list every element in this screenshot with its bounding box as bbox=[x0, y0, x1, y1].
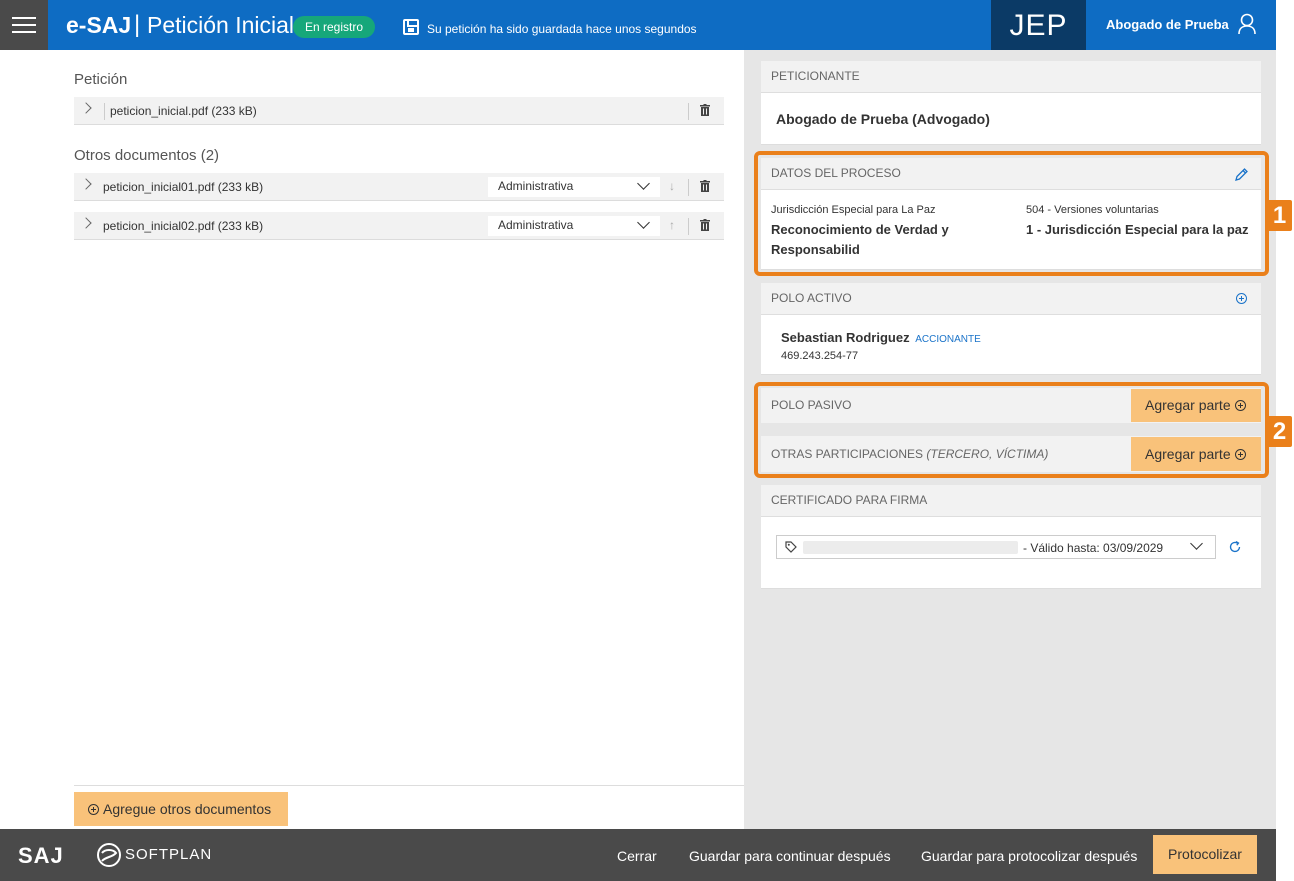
otros-document-row[interactable]: peticion_inicial01.pdf (233 kB) Administ… bbox=[74, 173, 724, 201]
divider bbox=[688, 179, 689, 196]
peticion-document-row[interactable]: peticion_inicial.pdf (233 kB) bbox=[74, 97, 724, 125]
move-down-icon[interactable]: ↓ bbox=[669, 179, 675, 193]
peticionante-header: PETICIONANTE bbox=[761, 61, 1261, 93]
otros-document-row[interactable]: peticion_inicial02.pdf (233 kB) Administ… bbox=[74, 212, 724, 240]
trash-icon[interactable] bbox=[700, 180, 710, 192]
highlight-label-1: 1 bbox=[1267, 200, 1292, 231]
status-badge: En registro bbox=[293, 16, 376, 38]
polo-activo-title: POLO ACTIVO bbox=[771, 291, 852, 305]
tag-icon bbox=[785, 541, 797, 553]
hamburger-menu-icon[interactable] bbox=[0, 0, 48, 50]
documents-panel: Petición peticion_inicial.pdf (233 kB) O… bbox=[0, 50, 744, 829]
user-icon[interactable] bbox=[1238, 13, 1256, 35]
process-sidebar: PETICIONANTE Abogado de Prueba (Advogado… bbox=[744, 50, 1292, 829]
divider bbox=[688, 103, 689, 120]
document-type-select[interactable]: Administrativa bbox=[488, 216, 660, 236]
bottom-action-bar: SAJ SOFTPLAN Cerrar Guardar para continu… bbox=[0, 829, 1276, 881]
chevron-down-icon bbox=[1190, 537, 1203, 550]
move-up-icon[interactable]: ↑ bbox=[669, 218, 675, 232]
certificado-card: CERTIFICADO PARA FIRMA - Válido hasta: 0… bbox=[761, 485, 1261, 589]
chevron-right-icon[interactable] bbox=[80, 102, 92, 114]
otros-documentos-title: Otros documentos (2) bbox=[74, 147, 220, 164]
org-selector[interactable]: JEP bbox=[991, 0, 1086, 50]
certificado-header: CERTIFICADO PARA FIRMA bbox=[761, 485, 1261, 517]
party-name: Sebastian Rodriguez bbox=[781, 330, 910, 345]
divider bbox=[104, 103, 105, 120]
polo-activo-card: POLO ACTIVO Sebastian Rodriguez ACCIONAN… bbox=[761, 283, 1261, 375]
save-status-message: Su petición ha sido guardada hace unos s… bbox=[427, 22, 697, 36]
add-documents-button[interactable]: Agregue otros documentos bbox=[74, 792, 288, 826]
party-entry[interactable]: Sebastian Rodriguez ACCIONANTE bbox=[781, 330, 981, 345]
save-protocol-later-button[interactable]: Guardar para protocolizar después bbox=[921, 848, 1137, 864]
user-menu[interactable]: Abogado de Prueba bbox=[1106, 17, 1229, 32]
document-type-value: Administrativa bbox=[498, 179, 574, 193]
cerrar-button[interactable]: Cerrar bbox=[617, 848, 657, 864]
party-role: ACCIONANTE bbox=[915, 334, 981, 345]
add-party-icon[interactable] bbox=[1236, 293, 1247, 304]
floppy-disk-icon bbox=[403, 19, 419, 35]
top-bar: e-SAJ | Petición Inicial En registro Su … bbox=[0, 0, 1276, 50]
trash-icon[interactable] bbox=[700, 219, 710, 231]
peticionante-value: Abogado de Prueba (Advogado) bbox=[776, 111, 990, 127]
chevron-right-icon[interactable] bbox=[80, 178, 92, 190]
title-separator: | bbox=[134, 11, 141, 38]
divider bbox=[688, 218, 689, 235]
document-filename: peticion_inicial01.pdf (233 kB) bbox=[103, 180, 264, 194]
peticionante-card: PETICIONANTE Abogado de Prueba (Advogado… bbox=[761, 61, 1261, 145]
divider bbox=[74, 785, 744, 786]
refresh-icon[interactable] bbox=[1228, 540, 1242, 554]
certificate-name-redacted bbox=[803, 541, 1018, 554]
certificate-validity: - Válido hasta: 03/09/2029 bbox=[1023, 541, 1164, 555]
trash-icon[interactable] bbox=[700, 104, 710, 116]
highlight-box-1 bbox=[754, 151, 1269, 276]
document-type-value: Administrativa bbox=[498, 218, 574, 232]
highlight-label-2: 2 bbox=[1267, 416, 1292, 447]
party-id: 469.243.254-77 bbox=[781, 350, 859, 362]
peticion-section-title: Petición bbox=[74, 71, 128, 88]
certificate-select[interactable]: - Válido hasta: 03/09/2029 bbox=[776, 535, 1216, 559]
chevron-down-icon bbox=[637, 216, 650, 229]
save-continue-button[interactable]: Guardar para continuar después bbox=[689, 848, 891, 864]
plus-circle-icon bbox=[88, 804, 99, 815]
document-filename: peticion_inicial.pdf (233 kB) bbox=[110, 104, 257, 118]
page-title: Petición Inicial bbox=[147, 12, 295, 38]
chevron-right-icon[interactable] bbox=[80, 217, 92, 229]
polo-activo-header: POLO ACTIVO bbox=[761, 283, 1261, 315]
brand-logo: e-SAJ bbox=[66, 12, 132, 38]
saj-logo: SAJ bbox=[18, 843, 64, 868]
highlight-box-2 bbox=[754, 382, 1269, 478]
document-filename: peticion_inicial02.pdf (233 kB) bbox=[103, 219, 264, 233]
document-type-select[interactable]: Administrativa bbox=[488, 177, 660, 197]
add-documents-label: Agregue otros documentos bbox=[103, 801, 272, 817]
protocolizar-button[interactable]: Protocolizar bbox=[1153, 835, 1257, 874]
softplan-logo: SOFTPLAN bbox=[125, 846, 213, 863]
chevron-down-icon bbox=[637, 177, 650, 190]
softplan-logo-icon bbox=[97, 843, 121, 867]
